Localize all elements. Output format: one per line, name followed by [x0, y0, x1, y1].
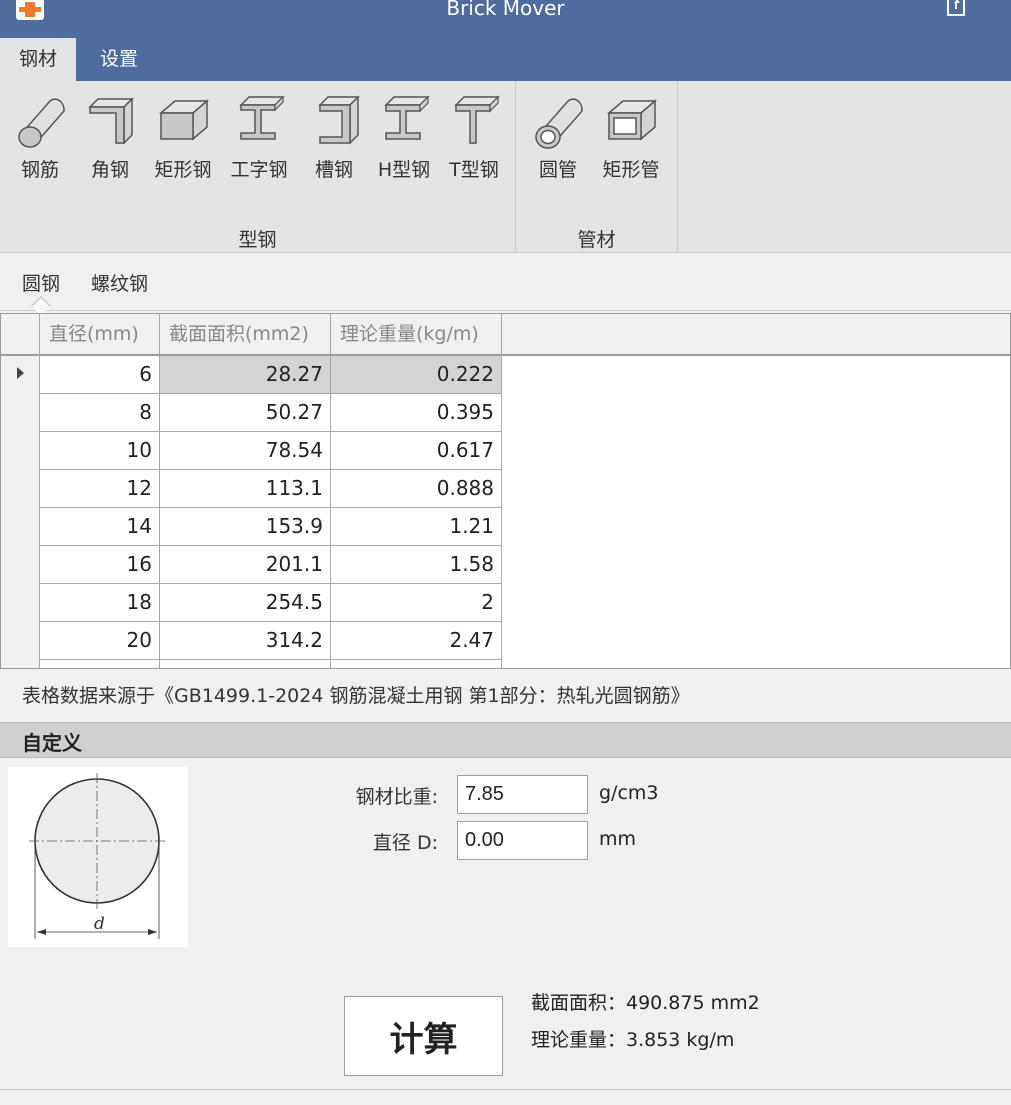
table-cell[interactable]: 8: [40, 394, 160, 432]
ribbon-label: 钢筋: [20, 159, 59, 181]
table-cell[interactable]: 314.2: [160, 622, 331, 660]
ribbon-group-label-tubes: 管材: [577, 229, 616, 251]
grid-header: 直径(mm) 截面面积(mm2) 理论重量(kg/m): [1, 314, 1010, 356]
table-cell[interactable]: 50.27: [160, 394, 331, 432]
table-cell[interactable]: 78.54: [160, 432, 331, 470]
round-tube-icon: [535, 98, 583, 149]
t-beam-icon: [454, 95, 500, 144]
table-cell[interactable]: 254.5: [160, 584, 331, 622]
table-cell[interactable]: 0.222: [331, 356, 502, 394]
table-cell[interactable]: 1.58: [331, 546, 502, 584]
custom-section-header: 自定义: [0, 722, 1011, 758]
round-bar-icon: [18, 98, 65, 148]
ribbon-label: 矩形钢: [154, 159, 212, 181]
subtab-round-steel[interactable]: 圆钢: [22, 269, 60, 296]
table-cell[interactable]: 6: [40, 356, 160, 394]
result-area-text: 截面面积：490.875 mm2: [531, 992, 760, 1014]
row-header-gutter: [1, 356, 40, 668]
restore-window-icon[interactable]: [947, 0, 965, 16]
ribbon-button-round-tube[interactable]: 圆管: [522, 93, 594, 193]
table-cell[interactable]: 0.617: [331, 432, 502, 470]
ribbon-button-i-beam[interactable]: 工字钢: [223, 93, 295, 193]
ribbon-label: 矩形管: [602, 159, 660, 181]
table-cell: [160, 660, 331, 668]
table-cell[interactable]: 14: [40, 508, 160, 546]
bottom-divider: [0, 1089, 1011, 1090]
column-header-weight[interactable]: 理论重量(kg/m): [331, 314, 502, 354]
table-cell[interactable]: 16: [40, 546, 160, 584]
subtab-threaded-steel[interactable]: 螺纹钢: [91, 269, 148, 296]
table-cell[interactable]: 153.9: [160, 508, 331, 546]
ribbon-button-h-beam[interactable]: H型钢: [368, 93, 440, 193]
header-corner: [1, 314, 40, 354]
angle-steel-icon: [88, 97, 134, 145]
channel-steel-icon: [318, 95, 360, 145]
subtab-bar: 圆钢 螺纹钢: [0, 253, 1011, 316]
diameter-unit: mm: [599, 828, 637, 850]
rectangular-steel-icon: [158, 99, 210, 141]
table-cell[interactable]: 0.888: [331, 470, 502, 508]
table-cell[interactable]: 10: [40, 432, 160, 470]
table-cell[interactable]: 113.1: [160, 470, 331, 508]
table-cell[interactable]: 2.47: [331, 622, 502, 660]
window-title: Brick Mover: [446, 0, 565, 20]
round-bar-diagram: d: [8, 767, 188, 947]
ribbon-label: H型钢: [377, 159, 431, 181]
table-cell[interactable]: 20: [40, 622, 160, 660]
i-beam-icon: [239, 95, 285, 140]
ribbon-button-rebar[interactable]: 钢筋: [4, 93, 76, 193]
menu-tab-steel[interactable]: 钢材: [0, 38, 77, 81]
data-grid[interactable]: 直径(mm) 截面面积(mm2) 理论重量(kg/m) 6 28.27 0.222 8…: [0, 313, 1011, 669]
table-cell[interactable]: 1.21: [331, 508, 502, 546]
ribbon-button-angle-steel[interactable]: 角钢: [74, 93, 146, 193]
diagram-dimension-label: d: [94, 914, 105, 934]
diameter-input[interactable]: [457, 821, 588, 860]
table-cell[interactable]: 201.1: [160, 546, 331, 584]
ribbon: 钢筋 角钢 矩形钢 工字钢 槽钢 H型钢 T型钢 型钢 圆管 矩形管 管材: [0, 81, 1011, 253]
h-beam-icon: [384, 95, 430, 140]
ribbon-separator: [677, 81, 678, 252]
density-unit: g/cm3: [599, 782, 659, 804]
column-header-diameter[interactable]: 直径(mm): [40, 314, 160, 354]
menu-tab-settings[interactable]: 设置: [81, 38, 157, 81]
density-input[interactable]: [457, 775, 588, 814]
ribbon-label: 角钢: [90, 159, 129, 181]
table-cell[interactable]: 28.27: [160, 356, 331, 394]
table-source-note: 表格数据来源于《GB1499.1-2024 钢筋混凝土用钢 第1部分：热轧光圆钢…: [22, 685, 690, 707]
ribbon-label: 圆管: [538, 159, 577, 181]
ribbon-group-label-profiles: 型钢: [238, 229, 277, 251]
custom-section-title: 自定义: [22, 731, 82, 755]
table-cell: [40, 660, 160, 668]
table-cell[interactable]: 2: [331, 584, 502, 622]
table-cell: [331, 660, 502, 668]
table-cell[interactable]: 12: [40, 470, 160, 508]
ribbon-button-rect-steel[interactable]: 矩形钢: [147, 93, 219, 193]
result-weight-text: 理论重量：3.853 kg/m: [531, 1029, 735, 1051]
density-label: 钢材比重:: [355, 786, 438, 808]
ribbon-button-t-beam[interactable]: T型钢: [438, 93, 510, 193]
ribbon-label: 槽钢: [314, 159, 353, 181]
menu-bar: 钢材 设置: [0, 34, 1011, 81]
column-header-area[interactable]: 截面面积(mm2): [160, 314, 331, 354]
current-row-pointer-icon: [17, 367, 24, 379]
ribbon-label: T型钢: [449, 159, 499, 181]
ribbon-button-channel[interactable]: 槽钢: [298, 93, 370, 193]
title-bar: Brick Mover: [0, 0, 1011, 34]
table-cell[interactable]: 0.395: [331, 394, 502, 432]
ribbon-label: 工字钢: [230, 159, 288, 181]
rectangular-tube-icon: [606, 99, 658, 141]
table-cell[interactable]: 18: [40, 584, 160, 622]
calculate-button[interactable]: 计算: [344, 996, 503, 1076]
ribbon-button-rect-tube[interactable]: 矩形管: [595, 93, 667, 193]
diameter-label: 直径 D:: [372, 832, 438, 854]
